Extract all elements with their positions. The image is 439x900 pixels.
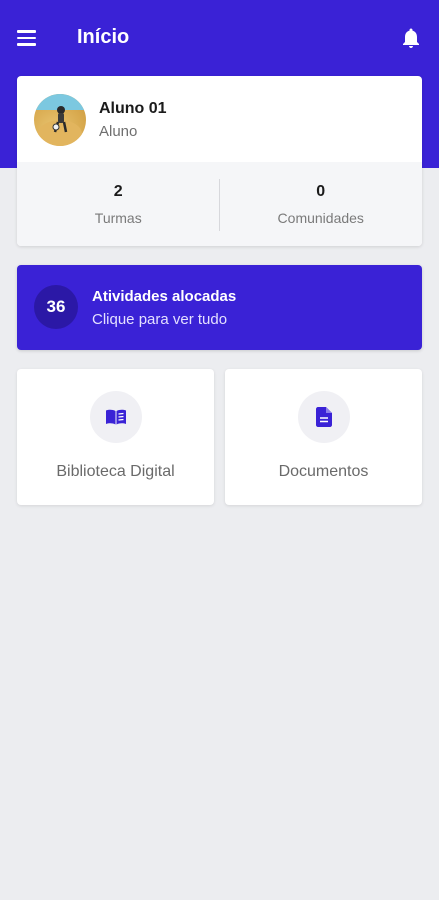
tile-label: Documentos xyxy=(278,463,369,480)
document-icon xyxy=(297,391,350,443)
book-icon xyxy=(89,391,142,443)
activities-count-badge: 36 xyxy=(34,285,78,329)
divider xyxy=(219,179,220,231)
stat-value: 0 xyxy=(316,182,326,200)
page-title: Início xyxy=(77,26,130,48)
user-role: Aluno xyxy=(99,123,138,140)
activities-subtitle: Clique para ver tudo xyxy=(92,311,228,328)
tile-label: Biblioteca Digital xyxy=(56,463,175,480)
tile-biblioteca-digital[interactable]: Biblioteca Digital xyxy=(17,369,214,505)
activities-title: Atividades alocadas xyxy=(92,288,237,305)
bell-icon[interactable] xyxy=(399,26,423,50)
user-name: Aluno 01 xyxy=(99,100,167,117)
stat-comunidades[interactable]: 0 Comunidades xyxy=(220,162,423,246)
stat-turmas[interactable]: 2 Turmas xyxy=(17,162,220,246)
tile-documentos[interactable]: Documentos xyxy=(225,369,422,505)
activities-card[interactable]: 36 Atividades alocadas Clique para ver t… xyxy=(17,265,422,350)
stat-value: 2 xyxy=(113,182,123,200)
app-bar: Início xyxy=(0,0,439,76)
profile-card[interactable]: Aluno 01 Aluno 2 Turmas 0 Comunidades xyxy=(17,76,422,246)
avatar xyxy=(34,94,86,146)
menu-icon[interactable] xyxy=(17,26,43,50)
stats-bar: 2 Turmas 0 Comunidades xyxy=(17,162,422,246)
stat-label: Turmas xyxy=(94,209,142,226)
stat-label: Comunidades xyxy=(277,209,364,226)
